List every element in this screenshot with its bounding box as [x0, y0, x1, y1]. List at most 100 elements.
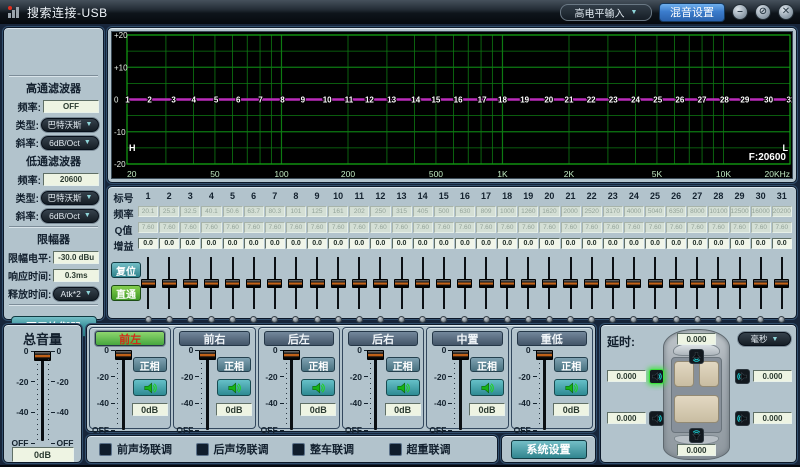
- band-gain-field[interactable]: 0.0: [623, 238, 644, 249]
- band-gain-field[interactable]: 0.0: [708, 238, 729, 249]
- band-gain-slider[interactable]: [307, 254, 327, 312]
- band-q-field[interactable]: 7.60: [602, 222, 623, 233]
- band-gain-slider[interactable]: [666, 254, 686, 312]
- channel-level-slider[interactable]: [536, 350, 554, 434]
- band-gain-slider[interactable]: [370, 254, 390, 312]
- band-freq-field[interactable]: 809: [476, 206, 497, 217]
- band-freq-field[interactable]: 20200: [771, 206, 792, 217]
- slider-handle[interactable]: [203, 278, 219, 288]
- band-gain-field[interactable]: 0.0: [476, 238, 497, 249]
- slider-handle[interactable]: [451, 350, 469, 360]
- band-freq-field[interactable]: 125: [307, 206, 328, 217]
- band-q-field[interactable]: 7.60: [201, 222, 222, 233]
- hpf-freq-field[interactable]: OFF: [43, 100, 99, 113]
- mute-button[interactable]: [301, 379, 336, 396]
- band-gain-slider[interactable]: [392, 254, 412, 312]
- band-gain-field[interactable]: 0.0: [264, 238, 285, 249]
- band-q-field[interactable]: 7.60: [391, 222, 412, 233]
- channel-select-button[interactable]: 重低: [516, 331, 587, 346]
- bypass-button[interactable]: 直通: [111, 285, 141, 301]
- mute-button[interactable]: [216, 379, 251, 396]
- mute-button[interactable]: [132, 379, 167, 396]
- band-gain-slider[interactable]: [645, 254, 665, 312]
- band-freq-field[interactable]: 500: [433, 206, 454, 217]
- phase-button[interactable]: 正相: [385, 357, 420, 373]
- band-q-field[interactable]: 7.60: [264, 222, 285, 233]
- band-gain-field[interactable]: 0.0: [729, 238, 750, 249]
- band-gain-slider[interactable]: [687, 254, 707, 312]
- band-gain-field[interactable]: 0.0: [349, 238, 370, 249]
- band-q-field[interactable]: 7.60: [666, 222, 687, 233]
- system-settings-button[interactable]: 系统设置: [510, 439, 587, 459]
- band-gain-slider[interactable]: [708, 254, 728, 312]
- band-gain-slider[interactable]: [349, 254, 369, 312]
- slider-handle[interactable]: [668, 278, 684, 288]
- slider-handle[interactable]: [436, 278, 452, 288]
- hpf-type-select[interactable]: 巴特沃斯 ▼: [41, 117, 99, 132]
- slider-handle[interactable]: [367, 350, 385, 360]
- channel-select-button[interactable]: 前左: [95, 331, 166, 346]
- band-q-field[interactable]: 7.60: [645, 222, 666, 233]
- channel-level-field[interactable]: 0dB: [384, 403, 421, 416]
- band-gain-slider[interactable]: [286, 254, 306, 312]
- slider-handle[interactable]: [372, 278, 388, 288]
- band-gain-slider[interactable]: [539, 254, 559, 312]
- slider-handle[interactable]: [605, 278, 621, 288]
- band-freq-field[interactable]: 630: [454, 206, 475, 217]
- channel-level-slider[interactable]: [367, 350, 385, 434]
- band-gain-field[interactable]: 0.0: [518, 238, 539, 249]
- slider-handle[interactable]: [499, 278, 515, 288]
- lpf-freq-field[interactable]: 20600: [43, 173, 99, 186]
- band-q-field[interactable]: 7.60: [349, 222, 370, 233]
- band-q-field[interactable]: 7.60: [729, 222, 750, 233]
- band-gain-slider[interactable]: [159, 254, 179, 312]
- band-freq-field[interactable]: 20.1: [138, 206, 159, 217]
- band-gain-field[interactable]: 0.0: [412, 238, 433, 249]
- slider-handle[interactable]: [225, 278, 241, 288]
- band-gain-slider[interactable]: [434, 254, 454, 312]
- band-gain-field[interactable]: 0.0: [243, 238, 264, 249]
- slider-handle[interactable]: [246, 278, 262, 288]
- slider-handle[interactable]: [536, 350, 554, 360]
- slider-handle[interactable]: [140, 278, 156, 288]
- slider-handle[interactable]: [415, 278, 431, 288]
- band-q-field[interactable]: 7.60: [623, 222, 644, 233]
- band-gain-field[interactable]: 0.0: [328, 238, 349, 249]
- delay-field-center-front[interactable]: 0.000: [677, 333, 716, 345]
- channel-select-button[interactable]: 前右: [179, 331, 250, 346]
- reset-button[interactable]: 复位: [111, 262, 141, 278]
- band-gain-slider[interactable]: [476, 254, 496, 312]
- phase-button[interactable]: 正相: [216, 357, 251, 373]
- band-gain-slider[interactable]: [751, 254, 771, 312]
- checkbox[interactable]: [292, 442, 305, 456]
- phase-button[interactable]: 正相: [301, 357, 336, 373]
- band-gain-slider[interactable]: [455, 254, 475, 312]
- band-freq-field[interactable]: 3170: [602, 206, 623, 217]
- mute-button[interactable]: [385, 379, 420, 396]
- delay-field-rear-right[interactable]: 0.000: [753, 412, 792, 424]
- band-gain-slider[interactable]: [138, 254, 158, 312]
- band-freq-field[interactable]: 50.6: [222, 206, 243, 217]
- band-gain-field[interactable]: 0.0: [222, 238, 243, 249]
- lpf-slope-select[interactable]: 6dB/Oct ▼: [41, 208, 99, 223]
- band-gain-slider[interactable]: [518, 254, 538, 312]
- slider-handle[interactable]: [283, 350, 301, 360]
- band-freq-field[interactable]: 12500: [729, 206, 750, 217]
- channel-select-button[interactable]: 中置: [432, 331, 503, 346]
- band-q-field[interactable]: 7.60: [750, 222, 771, 233]
- channel-level-field[interactable]: 0dB: [215, 403, 252, 416]
- band-gain-field[interactable]: 0.0: [581, 238, 602, 249]
- band-gain-field[interactable]: 0.0: [370, 238, 391, 249]
- release-select[interactable]: Atk*2 ▼: [53, 286, 99, 301]
- band-gain-field[interactable]: 0.0: [307, 238, 328, 249]
- checkbox[interactable]: [195, 442, 209, 456]
- band-q-field[interactable]: 7.60: [138, 222, 159, 233]
- slider-handle[interactable]: [584, 278, 600, 288]
- input-mode-select[interactable]: 高电平输入 ▼: [560, 3, 652, 21]
- band-freq-field[interactable]: 1620: [539, 206, 560, 217]
- channel-level-field[interactable]: 0dB: [468, 403, 505, 416]
- hpf-slope-select[interactable]: 6dB/Oct ▼: [41, 135, 99, 150]
- band-gain-field[interactable]: 0.0: [539, 238, 560, 249]
- band-gain-slider[interactable]: [244, 254, 264, 312]
- band-gain-field[interactable]: 0.0: [645, 238, 666, 249]
